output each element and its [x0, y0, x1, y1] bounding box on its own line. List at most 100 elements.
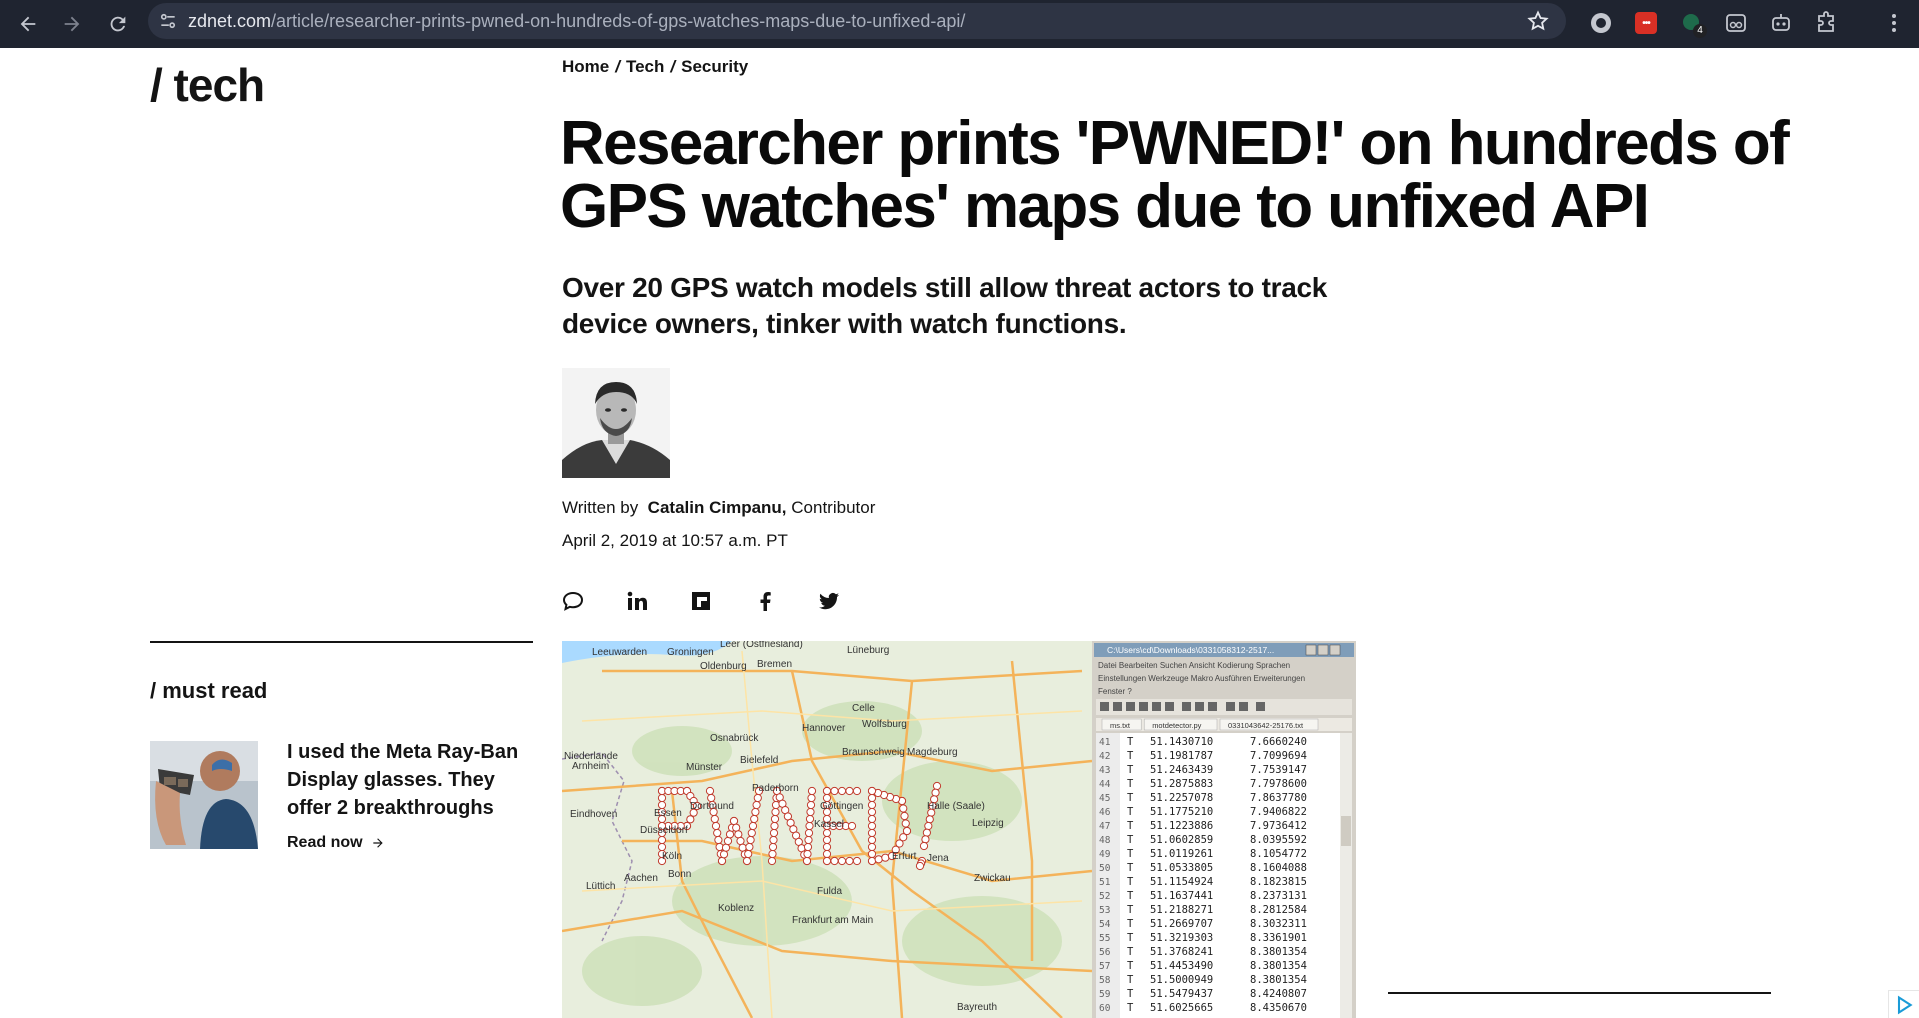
must-read-thumbnail[interactable] [150, 741, 258, 849]
author-avatar[interactable] [562, 368, 670, 478]
breadcrumb-security[interactable]: Security [681, 57, 748, 77]
browser-menu-button[interactable] [1880, 8, 1908, 38]
row-latitude: 51.1775210 [1150, 806, 1213, 818]
track-point [804, 835, 813, 845]
track-point [768, 849, 777, 859]
city-label: Oldenburg [700, 661, 747, 672]
row-longitude: 7.9736412 [1250, 820, 1307, 832]
menu-icon [1892, 14, 1896, 32]
row-longitude: 8.1604088 [1250, 862, 1307, 874]
extension-circle-button[interactable] [1587, 8, 1615, 38]
track-point [900, 811, 909, 821]
extension-red-button[interactable]: ••• [1632, 8, 1660, 38]
robot-extension-button[interactable] [1767, 8, 1795, 38]
back-button[interactable] [6, 0, 50, 48]
row-longitude: 8.2812584 [1250, 904, 1307, 916]
facebook-icon [760, 592, 771, 611]
row-longitude: 8.3032311 [1250, 918, 1307, 930]
twitter-icon [819, 592, 839, 610]
track-point [822, 835, 832, 845]
track-point [867, 828, 877, 838]
city-label: Magdeburg [907, 747, 958, 758]
url-host: zdnet.com [188, 10, 272, 31]
row-type: T [1127, 960, 1134, 972]
comment-button[interactable] [560, 588, 586, 614]
row-type: T [1127, 904, 1134, 916]
twitter-share-button[interactable] [816, 588, 842, 614]
forward-button[interactable] [50, 0, 94, 48]
track-point [847, 821, 857, 831]
track-point [705, 786, 715, 796]
track-point [921, 835, 930, 844]
row-type: T [1127, 988, 1134, 1000]
arrow-right-icon [372, 838, 383, 848]
track-point [881, 853, 890, 862]
row-longitude: 7.7978600 [1250, 778, 1307, 790]
row-longitude: 7.8637780 [1250, 792, 1307, 804]
city-label: Düsseldorf [640, 825, 688, 836]
line-number: 58 [1099, 975, 1111, 986]
track-point [771, 807, 780, 817]
row-longitude: 8.3801354 [1250, 946, 1307, 958]
breadcrumb-home[interactable]: Home [562, 57, 609, 77]
city-label: Dortmund [690, 801, 734, 812]
track-point [852, 786, 862, 796]
page-content: / tech Home / Tech / Security Researcher… [0, 48, 1919, 1018]
line-number: 41 [1099, 737, 1111, 748]
url-text[interactable]: zdnet.com/article/researcher-prints-pwne… [188, 11, 965, 32]
bookmark-star-icon[interactable] [1526, 9, 1550, 33]
breadcrumb-separator: / [670, 57, 676, 76]
city-label: Lüttich [586, 881, 615, 892]
line-number: 54 [1099, 919, 1111, 930]
track-point [738, 843, 747, 852]
map-screenshot: PWNED! GroningenBremenOldenburgLüneburgH… [562, 641, 1356, 1018]
hero-image: PWNED! Groningen Bremen Oldenburg Lüneburg H… [562, 641, 1356, 1018]
author-name-link[interactable]: Catalin Cimpanu, [648, 498, 787, 517]
breadcrumb-tech[interactable]: Tech [626, 57, 664, 77]
row-latitude: 51.3768241 [1150, 946, 1213, 958]
track-point [657, 842, 667, 852]
line-number: 46 [1099, 807, 1111, 818]
city-label: Osnabrück [710, 733, 759, 744]
track-point [845, 856, 854, 866]
track-point [806, 800, 816, 810]
track-point [736, 836, 745, 846]
track-point [867, 856, 877, 866]
extension-count-button[interactable]: 4 [1677, 8, 1707, 38]
must-read-title[interactable]: I used the Meta Ray-Ban Display glasses.… [287, 738, 532, 822]
track-point [822, 856, 832, 866]
linkedin-icon [627, 591, 647, 610]
row-type: T [1127, 820, 1134, 832]
row-type: T [1127, 764, 1134, 776]
site-info-icon[interactable] [148, 3, 188, 39]
reload-button[interactable] [96, 0, 140, 48]
adchoices-button[interactable] [1888, 990, 1919, 1018]
byline: Written by Catalin Cimpanu, Contributor [562, 498, 875, 518]
read-now-link[interactable]: Read now [287, 834, 385, 852]
linkedin-share-button[interactable] [624, 588, 650, 614]
flipboard-share-button[interactable] [688, 588, 714, 614]
row-type: T [1127, 806, 1134, 818]
adchoices-icon [1897, 995, 1913, 1014]
row-latitude: 51.2463439 [1150, 764, 1213, 776]
row-type: T [1127, 890, 1134, 902]
share-bar [560, 588, 842, 614]
track-point [657, 835, 667, 845]
extension-count-badge: 4 [1693, 24, 1707, 38]
city-label: Celle [852, 703, 875, 714]
extensions-button[interactable] [1812, 8, 1840, 38]
track-point [901, 819, 910, 828]
track-point [822, 842, 832, 852]
track-point [713, 828, 722, 838]
track-point [924, 821, 933, 831]
row-latitude: 51.1981787 [1150, 750, 1213, 762]
track-point [803, 842, 813, 852]
section-logo[interactable]: / tech [150, 58, 265, 112]
address-bar[interactable]: zdnet.com/article/researcher-prints-pwne… [148, 3, 1566, 39]
facebook-share-button[interactable] [752, 588, 778, 614]
track-point [804, 828, 814, 838]
city-label: Hannover [802, 723, 846, 734]
track-point [769, 828, 779, 838]
reader-extension-button[interactable] [1722, 8, 1750, 38]
track-point [719, 850, 729, 859]
